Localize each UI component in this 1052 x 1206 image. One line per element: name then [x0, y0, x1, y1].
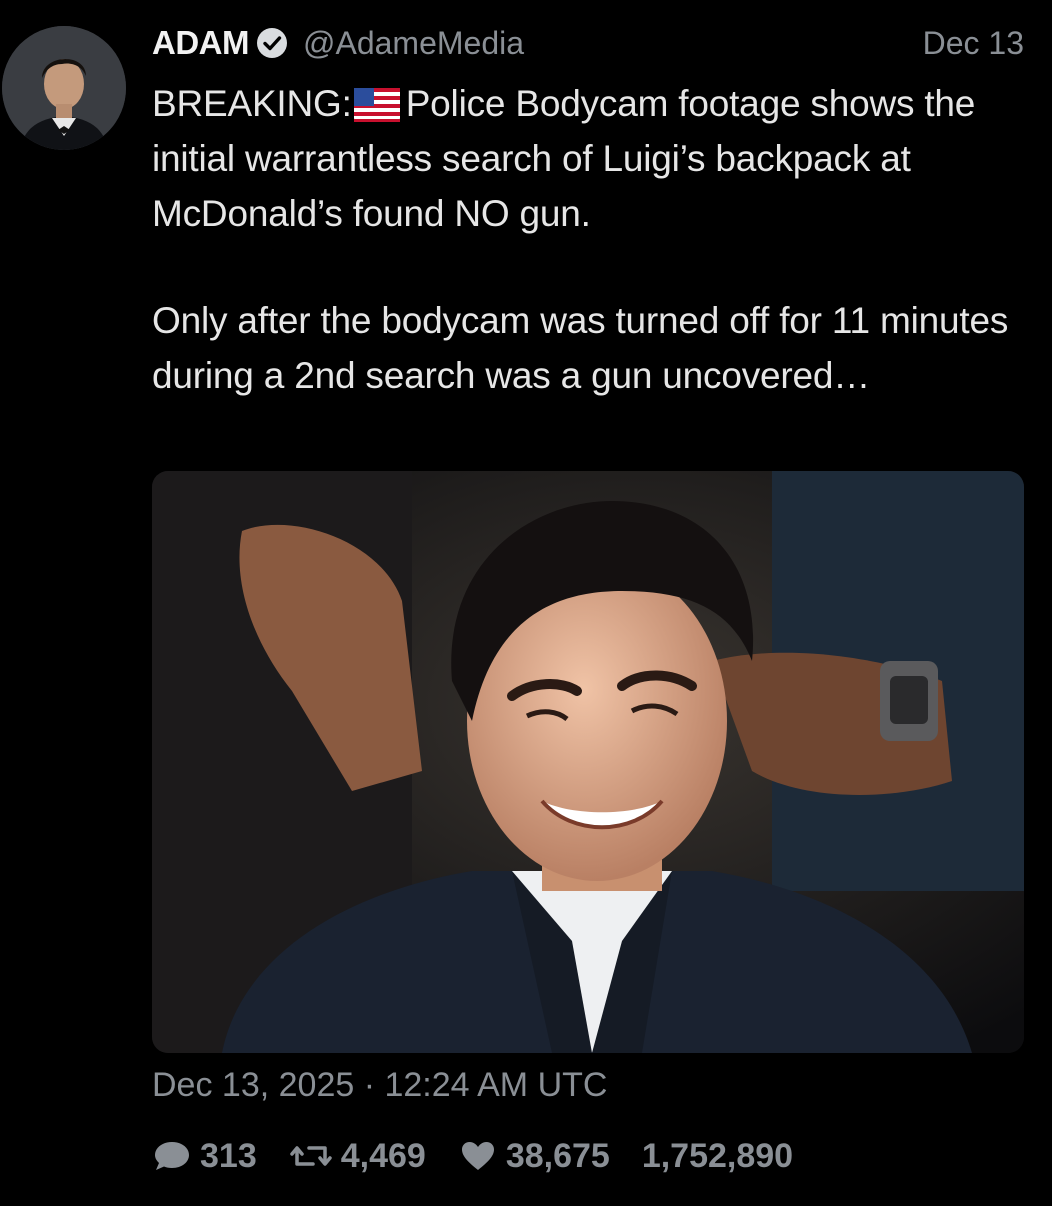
- retweet-icon: [289, 1146, 332, 1166]
- like-button[interactable]: 38,675: [458, 1137, 610, 1176]
- like-icon: [461, 1142, 494, 1170]
- tweet-text: BREAKING: Police Bodycam footage shows t…: [152, 76, 1032, 403]
- author-name[interactable]: ADAM: [152, 24, 249, 62]
- reply-button[interactable]: 313: [152, 1137, 257, 1176]
- reply-icon: [155, 1142, 189, 1170]
- tweet-date[interactable]: Dec 13: [923, 25, 1024, 62]
- verified-icon: [255, 26, 289, 60]
- reply-count: 313: [200, 1136, 257, 1175]
- tweet-media-image[interactable]: [152, 471, 1024, 1053]
- view-count: 1,752,890: [641, 1136, 794, 1175]
- author-avatar[interactable]: [2, 26, 126, 150]
- retweet-count: 4,469: [340, 1136, 426, 1175]
- tweet-paragraph-1: BREAKING: Police Bodycam footage shows t…: [152, 76, 1032, 241]
- breaking-prefix: BREAKING:: [152, 83, 352, 124]
- views-stat: 1,752,890: [642, 1137, 793, 1176]
- tweet-stats-bar: 313 4,469 38,675 1,752,890: [152, 1134, 825, 1178]
- tweet-header: ADAM @AdameMedia Dec 13: [152, 22, 1024, 64]
- retweet-button[interactable]: 4,469: [289, 1137, 426, 1176]
- like-count: 38,675: [505, 1136, 610, 1175]
- tweet-paragraph-2: Only after the bodycam was turned off fo…: [152, 300, 1009, 396]
- author-handle[interactable]: @AdameMedia: [303, 25, 524, 62]
- tweet-timestamp[interactable]: Dec 13, 2025 · 12:24 AM UTC: [152, 1066, 607, 1105]
- us-flag-icon: [353, 82, 400, 122]
